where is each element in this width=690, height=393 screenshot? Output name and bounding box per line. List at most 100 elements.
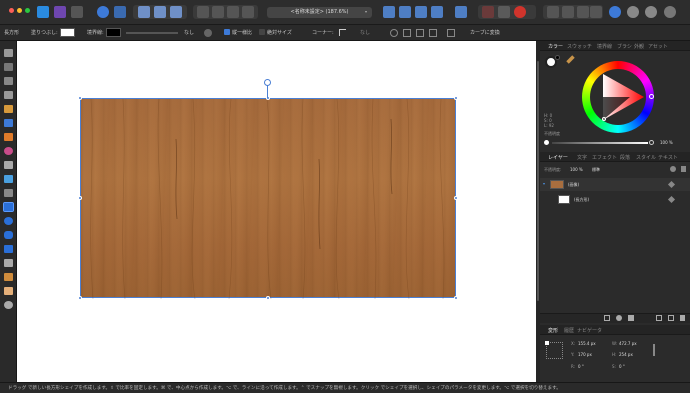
convert-icon[interactable] [447,29,455,37]
tab-swatches[interactable]: スウォッチ [567,43,592,50]
arrange-backward-icon[interactable] [212,6,224,18]
distribute-icon[interactable] [170,6,182,18]
tab-styles[interactable]: スタイル [636,154,656,161]
rotation-input[interactable]: 0 ° [578,364,584,369]
move-icon[interactable] [429,29,437,37]
x-input[interactable]: 155.4 px [578,341,596,346]
resize-handle-bottom-left[interactable] [78,296,82,300]
ellipse-tool-icon[interactable] [4,217,13,225]
snap-icon[interactable] [482,6,494,18]
h-input[interactable]: 254 px [619,352,633,357]
canvas[interactable] [17,41,536,382]
tab-history[interactable]: 履歴 [564,327,574,334]
document-title[interactable]: <名称未設定> (187.6%) [267,7,372,18]
star-tool-icon[interactable] [4,245,13,253]
stroke-width-slider[interactable] [126,32,178,34]
scrollbar-thumb[interactable] [537,61,539,301]
link-dimensions-icon[interactable] [653,344,655,356]
move-tool-icon[interactable] [4,49,13,57]
arrange-front-icon[interactable] [242,6,254,18]
wood-texture-image[interactable] [80,98,456,299]
fill-tool-icon[interactable] [4,147,13,155]
transparency-tool-icon[interactable] [4,161,13,169]
designer-persona-icon[interactable] [37,6,49,18]
snap-checkbox[interactable] [224,29,230,35]
rotate-left-icon[interactable] [415,6,427,18]
new-layer-icon[interactable] [656,315,662,321]
resize-handle-top-right[interactable] [454,96,458,100]
zoom-window-button[interactable] [25,8,30,13]
rotate-right-icon[interactable] [431,6,443,18]
node-tool-icon[interactable] [4,77,13,85]
resize-handle-top-left[interactable] [78,96,82,100]
text-tool-icon[interactable] [4,259,13,267]
group-icon[interactable] [668,315,674,321]
pen-tool-icon[interactable] [4,91,13,99]
y-input[interactable]: 170 px [578,352,592,357]
magnet-icon[interactable] [514,6,526,18]
rectangle-tool-icon[interactable] [3,202,14,212]
layer-lock-icon[interactable] [681,166,686,172]
insert-top-icon[interactable] [577,6,589,18]
insert-behind-icon[interactable] [562,6,574,18]
fill-swatch[interactable] [60,28,75,37]
opacity-value[interactable]: 100 % [660,140,673,145]
artboard-tool-icon[interactable] [4,63,13,71]
layer-expand-icon[interactable]: ▾ [543,181,545,186]
crop-tool-icon[interactable] [4,189,13,197]
rounded-rectangle-tool-icon[interactable] [4,231,13,239]
delete-layer-icon[interactable] [680,315,685,321]
arrange-back-icon[interactable] [197,6,209,18]
anchor-point[interactable] [545,341,549,345]
tab-character[interactable]: 文字 [577,154,587,161]
color-marker[interactable] [602,117,606,121]
insert-above-icon[interactable] [590,6,602,18]
view-mode-icon[interactable] [645,6,657,18]
tab-appearance[interactable]: 外観 [634,43,644,50]
export-persona-icon[interactable] [71,6,83,18]
lock-icon[interactable] [416,29,424,37]
fx-icon[interactable] [628,315,634,321]
arrange-forward-icon[interactable] [227,6,239,18]
absolute-size-checkbox[interactable] [259,29,265,35]
layer-opacity-value[interactable]: 100 % [570,167,583,172]
share-icon[interactable] [627,6,639,18]
opacity-slider[interactable] [552,142,648,144]
w-input[interactable]: 472.7 px [619,341,637,346]
opacity-slider-end[interactable] [649,140,654,145]
document-setup-icon[interactable] [97,6,109,18]
chevron-down-icon[interactable]: ▾ [365,9,367,14]
blend-mode-select[interactable]: 標準 [592,167,600,173]
minimize-window-button[interactable] [17,8,22,13]
transform-icon[interactable] [154,6,166,18]
tab-brushes[interactable]: ブラシ [617,43,632,50]
hue-marker[interactable] [649,94,654,99]
tab-stroke[interactable]: 境界線 [597,43,612,50]
resize-handle-right[interactable] [454,196,458,200]
opacity-slider-knob[interactable] [544,140,549,145]
tab-text-styles[interactable]: テキスト [658,154,678,161]
tab-transform[interactable]: 変形 [548,327,558,334]
stroke-options-icon[interactable] [204,29,212,37]
tab-paragraph[interactable]: 段落 [620,154,630,161]
preferences-icon[interactable] [114,6,126,18]
zoom-tool-icon[interactable] [4,301,13,309]
tab-layers[interactable]: レイヤー [548,154,568,161]
flip-horizontal-icon[interactable] [383,6,395,18]
place-image-icon[interactable] [4,175,13,183]
convert-to-curves-button[interactable]: カーブに変換 [470,29,500,36]
corner-type-icon[interactable] [339,29,346,36]
stroke-swatch[interactable] [106,28,121,37]
tab-color[interactable]: カラー [548,43,563,50]
paint-brush-icon[interactable] [4,133,13,141]
insert-inside-icon[interactable] [547,6,559,18]
resize-handle-bottom-right[interactable] [454,296,458,300]
flip-vertical-icon[interactable] [399,6,411,18]
assistant-icon[interactable] [664,6,676,18]
tab-assets[interactable]: アセット [648,43,668,50]
align-options-icon[interactable] [390,29,398,37]
close-window-button[interactable] [9,8,14,13]
tab-navigator[interactable]: ナビゲータ [577,327,602,334]
brush-tool-icon[interactable] [4,119,13,127]
hand-tool-icon[interactable] [4,287,13,295]
